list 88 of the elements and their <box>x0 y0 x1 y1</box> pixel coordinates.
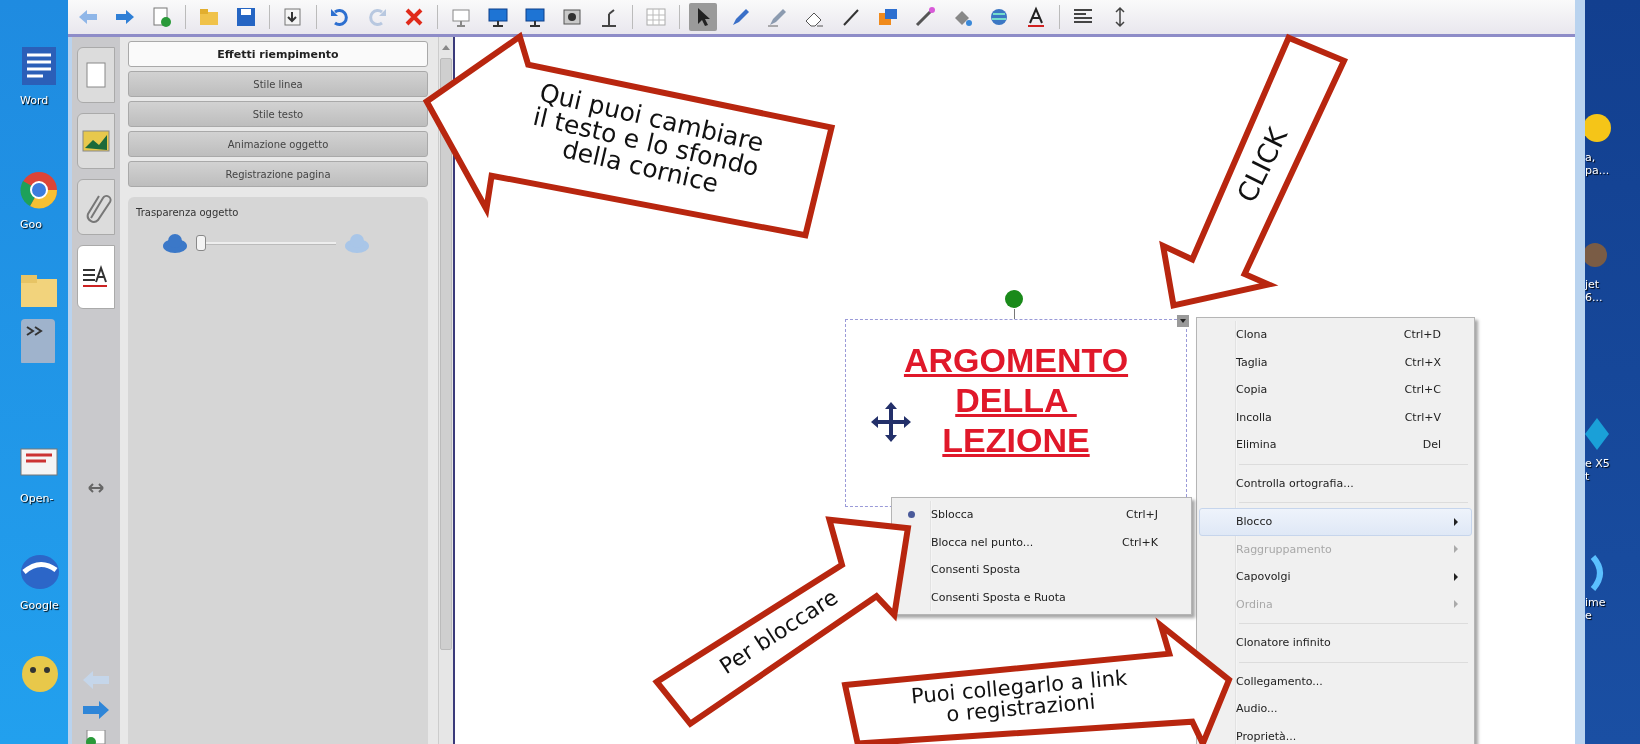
shortcut-label: Ctrl+V <box>1403 410 1441 424</box>
transparent-shape-icon <box>344 232 370 254</box>
desktop-icon-label[interactable]: jet 6... <box>1585 278 1603 304</box>
menu-item-label: Incolla <box>1236 410 1273 424</box>
add-page-icon[interactable] <box>83 730 109 744</box>
panel-section-button[interactable]: Effetti riempimento <box>128 41 428 67</box>
add-page-icon <box>151 6 173 28</box>
scroll-up-icon[interactable] <box>442 45 450 50</box>
menu-item-label: Capovolgi <box>1236 570 1292 584</box>
move-icon[interactable] <box>870 401 912 443</box>
table-icon <box>645 6 667 28</box>
forward-arrow-icon[interactable] <box>81 700 111 720</box>
menu-item[interactable]: Blocca nel punto... Ctrl+K <box>930 528 1189 556</box>
menu-item[interactable]: Taglia Ctrl+X <box>1235 348 1472 376</box>
monitor-icon <box>524 6 546 28</box>
menu-item-label: Consenti Sposta e Ruota <box>931 590 1067 604</box>
menu-item[interactable]: Elimina Del <box>1235 431 1472 459</box>
highlighter-icon <box>766 6 788 28</box>
callout-text: Puoi collegarlo a link o registrazioni <box>909 667 1129 728</box>
menu-item-label: Clona <box>1236 328 1269 342</box>
menu-item-label: Audio... <box>1236 702 1279 716</box>
menu-item[interactable]: Consenti Sposta e Ruota <box>930 583 1189 611</box>
side-tab[interactable] <box>77 245 115 309</box>
desktop-icon-label[interactable]: ime e <box>1585 596 1606 622</box>
magic-pen-icon <box>914 6 936 28</box>
panel-section-button[interactable]: Stile linea <box>128 71 428 97</box>
camera-icon <box>561 6 583 28</box>
transparency-label: Trasparenza oggetto <box>136 207 240 218</box>
shortcut-label: Ctrl+D <box>1402 328 1441 342</box>
undo-icon <box>329 6 351 28</box>
panel-section-button[interactable]: Animazione oggetto <box>128 131 428 157</box>
submenu-arrow-icon <box>1454 517 1458 526</box>
menu-item[interactable]: Capovolgi <box>1235 563 1472 591</box>
text-icon <box>1025 6 1047 28</box>
shortcut-label: Ctrl+C <box>1403 383 1441 397</box>
menu-item[interactable]: Incolla Ctrl+V <box>1235 403 1472 431</box>
menu-item[interactable]: Consenti Sposta <box>930 556 1189 584</box>
menu-item[interactable]: Audio... <box>1235 695 1472 723</box>
shortcut-label: Ctrl+X <box>1403 355 1441 369</box>
menu-item-label: Taglia <box>1236 355 1269 369</box>
title-text-line: ARGOMENTO <box>903 340 1129 380</box>
double-arrow-icon[interactable] <box>88 483 104 493</box>
menu-item[interactable]: Clonatore infinito <box>1235 629 1472 657</box>
save-icon <box>235 6 257 28</box>
menu-item-label: Elimina <box>1236 438 1278 452</box>
monitor-icon <box>487 6 509 28</box>
desktop-icon-label[interactable]: e X5 t <box>1585 457 1610 483</box>
delete-icon <box>403 6 425 28</box>
menu-item[interactable]: Copia Ctrl+C <box>1235 376 1472 404</box>
menu-item-label: Blocca nel punto... <box>931 535 1035 549</box>
menu-item-label: Clonatore infinito <box>1236 636 1332 650</box>
menu-item-label: Sblocca <box>931 508 975 522</box>
menu-item-label: Raggruppamento <box>1236 542 1333 556</box>
scrollbar-thumb[interactable] <box>440 58 452 650</box>
rotate-handle-icon[interactable] <box>1004 289 1024 309</box>
menu-item[interactable]: Clona Ctrl+D <box>1235 321 1472 349</box>
menu-item-label: Copia <box>1236 383 1269 397</box>
shortcut-label: Ctrl+J <box>1124 508 1158 522</box>
slider-thumb[interactable] <box>196 235 206 251</box>
menu-item[interactable]: Blocco <box>1199 508 1472 536</box>
menu-item-label: Consenti Sposta <box>931 563 1022 577</box>
globe-icon <box>988 6 1010 28</box>
menu-trigger-icon[interactable] <box>1177 315 1189 327</box>
menu-item-label: Collegamento... <box>1236 674 1324 688</box>
submenu-arrow-icon <box>1454 572 1458 581</box>
menu-item-label: Blocco <box>1236 515 1274 529</box>
cursor-tool-button[interactable] <box>689 3 717 31</box>
submenu-arrow-icon <box>1454 545 1458 554</box>
shortcut-label: Del <box>1421 438 1441 452</box>
menu-item[interactable]: Proprietà... <box>1235 722 1472 744</box>
submenu-arrow-icon <box>1454 600 1458 609</box>
callout-text: Qui puoi cambiare il testo e lo sfondo della cornice <box>529 79 768 201</box>
redo-icon <box>366 6 388 28</box>
menu-item[interactable]: Collegamento... <box>1235 667 1472 695</box>
import-icon <box>282 6 304 28</box>
transparency-slider[interactable] <box>196 237 336 249</box>
shapes-icon <box>877 6 899 28</box>
desktop-icon-label[interactable]: a, pa... <box>1585 151 1610 177</box>
screen-shade-icon <box>450 6 472 28</box>
menu-item-label: Ordina <box>1236 597 1274 611</box>
folder-icon <box>198 6 220 28</box>
shortcut-label: Ctrl+K <box>1121 535 1158 549</box>
panel-section-button[interactable]: Registrazione pagina <box>128 161 428 187</box>
menu-item-label: Proprietà... <box>1236 729 1298 743</box>
panel-section-button[interactable]: Stile testo <box>128 101 428 127</box>
menu-item-label: Controlla ortografia... <box>1236 476 1355 490</box>
opaque-shape-icon <box>162 232 188 254</box>
menu-item[interactable]: Controlla ortografia... <box>1235 469 1472 497</box>
